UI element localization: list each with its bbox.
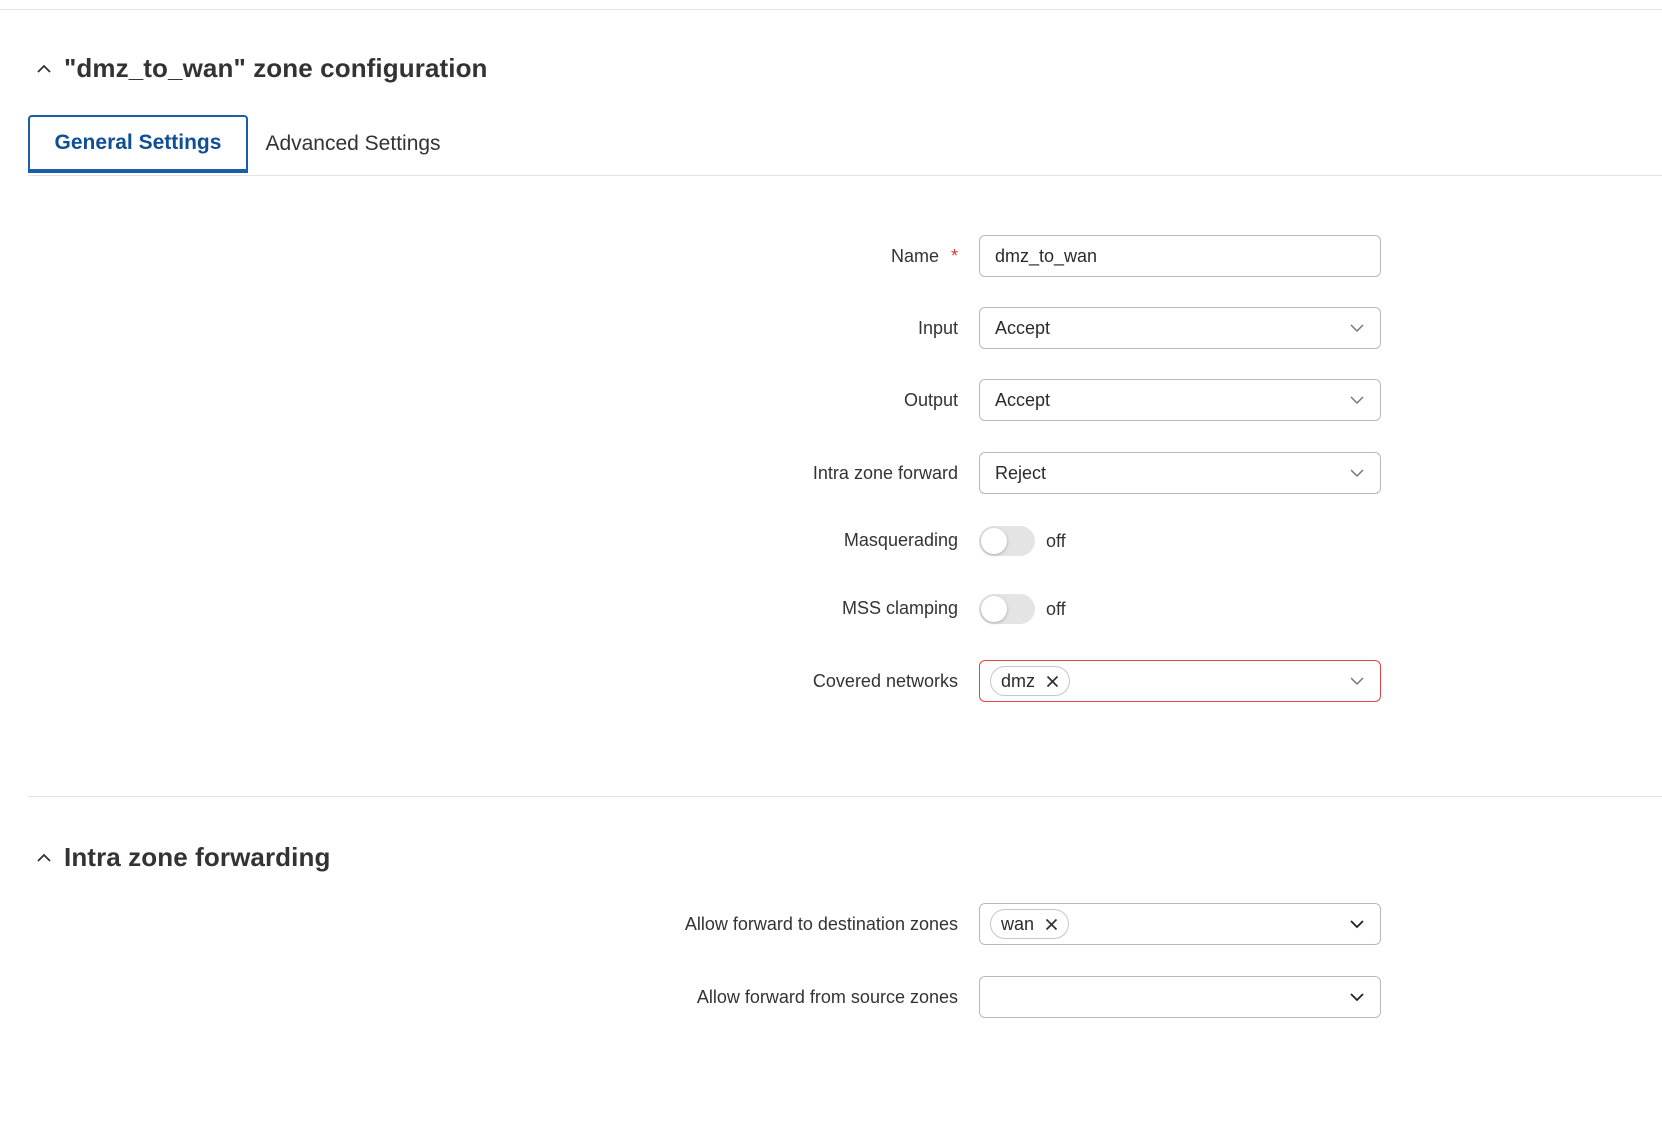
masquerading-toggle-wrap: off: [979, 526, 1066, 556]
allow-from-select[interactable]: [979, 976, 1381, 1018]
output-row: Output Accept: [0, 379, 1662, 421]
output-select-value: Accept: [995, 389, 1051, 410]
close-icon[interactable]: [1045, 674, 1059, 688]
mss-clamping-toggle-wrap: off: [979, 594, 1066, 624]
intra-zone-forward-value: Reject: [995, 462, 1047, 483]
name-row: Name *: [0, 235, 1662, 277]
required-marker: *: [950, 245, 958, 266]
mss-clamping-toggle[interactable]: [979, 594, 1035, 624]
allow-from-row: Allow forward from source zones: [0, 976, 1662, 1018]
chevron-down-icon: [1348, 464, 1366, 482]
chevron-down-icon: [1348, 319, 1366, 337]
mss-clamping-label: MSS clamping: [841, 597, 958, 618]
output-select[interactable]: Accept: [979, 379, 1381, 421]
covered-networks-row: Covered networks dmz: [0, 660, 1662, 702]
tab-general-settings[interactable]: General Settings: [28, 115, 248, 173]
covered-networks-select[interactable]: dmz: [979, 660, 1381, 702]
chevron-down-icon: [1348, 672, 1366, 690]
intra-zone-forward-label: Intra zone forward: [812, 462, 958, 483]
chip-wan: wan: [990, 909, 1070, 939]
input-label: Input: [917, 317, 958, 338]
intra-zone-forward-row: Intra zone forward Reject: [0, 452, 1662, 494]
masquerading-label: Masquerading: [843, 529, 958, 550]
input-select[interactable]: Accept: [979, 307, 1381, 349]
input-row: Input Accept: [0, 307, 1662, 349]
name-field[interactable]: [979, 235, 1381, 277]
name-input[interactable]: [995, 245, 1355, 267]
mss-clamping-row: MSS clamping off: [0, 587, 1662, 629]
masquerading-toggle[interactable]: [979, 526, 1035, 556]
toggle-knob: [981, 596, 1007, 622]
allow-from-label: Allow forward from source zones: [696, 986, 958, 1007]
input-select-value: Accept: [995, 317, 1051, 338]
allow-to-select[interactable]: wan: [979, 903, 1381, 945]
forwarding-title: Intra zone forwarding: [64, 842, 331, 872]
chevron-down-icon: [1348, 391, 1366, 409]
chevron-up-icon[interactable]: [34, 59, 54, 79]
output-label: Output: [903, 389, 958, 410]
zone-config-title: "dmz_to_wan" zone configuration: [64, 53, 488, 83]
chevron-down-icon: [1348, 915, 1366, 933]
forwarding-header[interactable]: Intra zone forwarding: [34, 842, 330, 873]
allow-to-label: Allow forward to destination zones: [684, 913, 958, 934]
settings-tabs: General Settings Advanced Settings: [28, 115, 1662, 176]
covered-networks-label: Covered networks: [812, 670, 958, 691]
chip-label: dmz: [1001, 670, 1036, 691]
intra-zone-forward-select[interactable]: Reject: [979, 452, 1381, 494]
close-icon[interactable]: [1044, 917, 1058, 931]
zone-config-header[interactable]: "dmz_to_wan" zone configuration: [34, 53, 488, 84]
page: "dmz_to_wan" zone configuration General …: [0, 0, 1662, 1137]
chip-dmz: dmz: [990, 666, 1071, 696]
chevron-up-icon[interactable]: [34, 848, 54, 868]
section-divider: [28, 796, 1662, 797]
masquerading-row: Masquerading off: [0, 519, 1662, 561]
mss-clamping-state: off: [1046, 598, 1066, 619]
allow-to-row: Allow forward to destination zones wan: [0, 903, 1662, 945]
toggle-knob: [981, 528, 1007, 554]
tab-advanced-settings[interactable]: Advanced Settings: [258, 115, 448, 173]
chevron-down-icon: [1348, 988, 1366, 1006]
name-label-wrap: Name *: [891, 235, 958, 277]
masquerading-state: off: [1046, 530, 1066, 551]
name-label: Name: [890, 245, 939, 266]
chip-label: wan: [1001, 913, 1035, 934]
top-divider: [0, 9, 1662, 10]
